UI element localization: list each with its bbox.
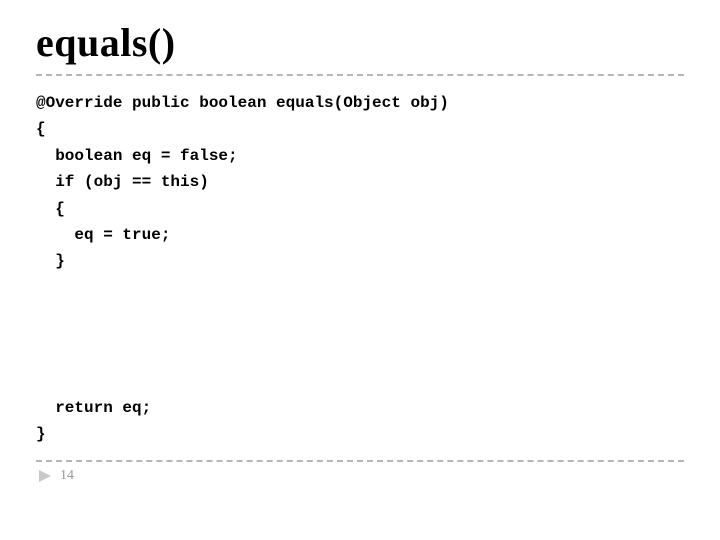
code-line: if (obj == this) bbox=[36, 173, 209, 191]
play-arrow-icon bbox=[38, 469, 52, 483]
code-block: @Override public boolean equals(Object o… bbox=[36, 90, 684, 448]
code-line: boolean eq = false; bbox=[36, 147, 238, 165]
slide-title: equals() bbox=[36, 22, 684, 64]
code-line: { bbox=[36, 120, 46, 138]
title-divider bbox=[36, 74, 684, 76]
code-line: } bbox=[36, 425, 46, 443]
code-line: } bbox=[36, 252, 65, 270]
footer: 14 bbox=[36, 468, 684, 484]
page-number: 14 bbox=[60, 468, 74, 484]
vertical-spacer bbox=[36, 275, 684, 395]
footer-divider bbox=[36, 460, 684, 462]
slide: equals() @Override public boolean equals… bbox=[0, 0, 720, 540]
code-line: eq = true; bbox=[36, 226, 170, 244]
code-line: @Override public boolean equals(Object o… bbox=[36, 94, 449, 112]
code-line: return eq; bbox=[36, 399, 151, 417]
code-line: { bbox=[36, 200, 65, 218]
